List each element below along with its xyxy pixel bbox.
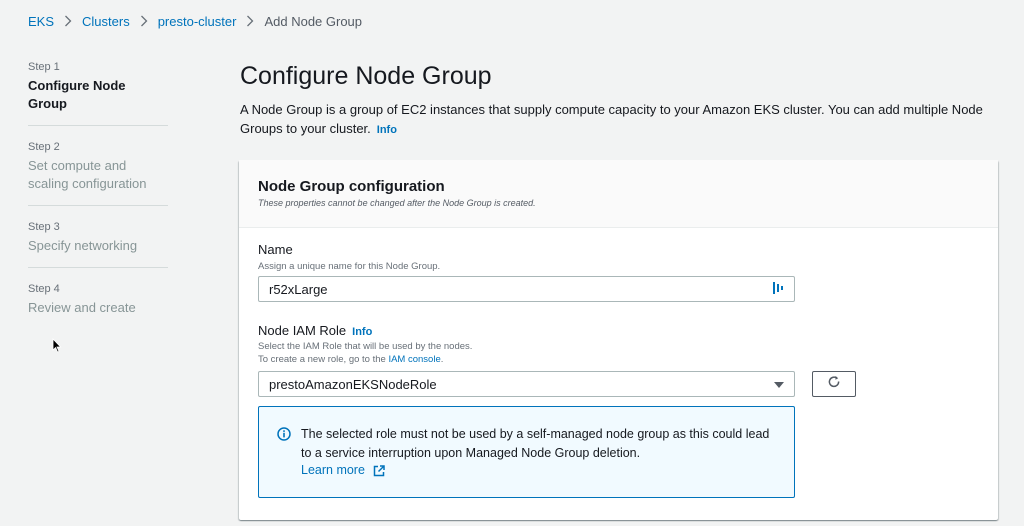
wizard-step-2: Step 2 Set compute and scaling configura… xyxy=(28,140,168,206)
step-number: Step 3 xyxy=(28,221,60,233)
page-description-text: A Node Group is a group of EC2 instances… xyxy=(240,102,983,136)
breadcrumb-eks[interactable]: EKS xyxy=(28,14,54,29)
wizard-steps: Step 1 Configure Node Group Step 2 Set c… xyxy=(28,60,168,343)
breadcrumb-cluster[interactable]: presto-cluster xyxy=(158,14,237,29)
iam-role-create-hint: To create a new role, go to the IAM cons… xyxy=(258,354,443,366)
name-input-value: r52xLarge xyxy=(269,281,328,297)
wizard-step-3: Step 3 Specify networking xyxy=(28,220,168,268)
info-link[interactable]: Info xyxy=(377,124,397,136)
step-title: Review and create xyxy=(28,300,136,315)
page-description: A Node Group is a group of EC2 instances… xyxy=(240,100,990,140)
page-title: Configure Node Group xyxy=(240,62,492,90)
learn-more-label[interactable]: Learn more xyxy=(301,461,365,480)
password-manager-icon[interactable] xyxy=(772,281,784,298)
iam-role-info-link[interactable]: Info xyxy=(352,326,372,338)
step-title: Set compute and scaling configuration xyxy=(28,158,147,191)
step-title: Configure Node Group xyxy=(28,78,126,111)
info-circle-icon xyxy=(277,427,291,446)
name-label: Name xyxy=(258,242,293,257)
breadcrumb-clusters[interactable]: Clusters xyxy=(82,14,130,29)
iam-role-description: Select the IAM Role that will be used by… xyxy=(258,341,473,352)
alert-message: The selected role must not be used by a … xyxy=(301,427,770,460)
name-description: Assign a unique name for this Node Group… xyxy=(258,261,441,272)
card-header: Node Group configuration These propertie… xyxy=(239,160,998,228)
iam-role-selected-value: prestoAmazonEKSNodeRole xyxy=(269,376,437,392)
external-link-icon xyxy=(373,464,385,477)
refresh-icon xyxy=(827,375,841,394)
mouse-cursor-icon xyxy=(52,337,62,358)
name-input[interactable]: r52xLarge xyxy=(258,276,795,302)
breadcrumb-current: Add Node Group xyxy=(264,13,363,29)
iam-role-create-hint-suffix: . xyxy=(440,354,444,365)
info-alert: The selected role must not be used by a … xyxy=(258,406,795,498)
wizard-step-4: Step 4 Review and create xyxy=(28,282,168,329)
iam-role-label: Node IAM Role Info xyxy=(258,322,372,341)
step-number: Step 2 xyxy=(28,141,60,153)
node-group-config-card: Node Group configuration These propertie… xyxy=(239,160,998,520)
step-number: Step 4 xyxy=(28,283,60,295)
chevron-right-icon xyxy=(64,15,72,27)
step-number: Step 1 xyxy=(28,61,60,73)
iam-console-link[interactable]: IAM console xyxy=(388,354,440,365)
wizard-step-1[interactable]: Step 1 Configure Node Group xyxy=(28,60,168,126)
iam-role-label-text: Node IAM Role xyxy=(258,323,347,338)
breadcrumb: EKS Clusters presto-cluster Add Node Gro… xyxy=(28,13,362,29)
chevron-right-icon xyxy=(246,15,254,27)
refresh-roles-button[interactable] xyxy=(812,371,856,397)
learn-more-link[interactable]: Learn more xyxy=(301,461,385,480)
card-title: Node Group configuration xyxy=(258,178,445,195)
card-subtitle: These properties cannot be changed after… xyxy=(258,198,536,208)
chevron-right-icon xyxy=(140,15,148,27)
caret-down-icon xyxy=(774,377,784,392)
iam-role-select[interactable]: prestoAmazonEKSNodeRole xyxy=(258,371,795,397)
iam-role-create-hint-prefix: To create a new role, go to the xyxy=(258,354,389,365)
step-title: Specify networking xyxy=(28,238,138,253)
